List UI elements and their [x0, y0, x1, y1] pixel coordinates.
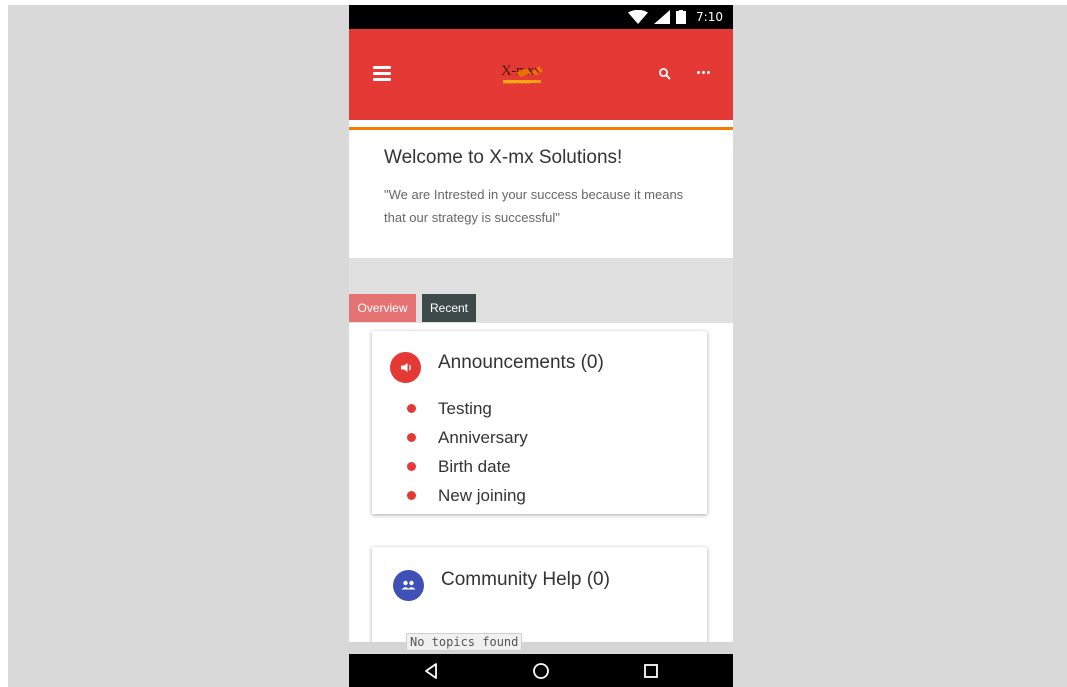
bullet-icon [407, 433, 416, 442]
welcome-quote: "We are Intrested in your success becaus… [384, 187, 684, 225]
tab-recent[interactable]: Recent [422, 294, 476, 322]
app-logo: X-mx SOLUTIONS [499, 62, 545, 88]
list-item[interactable]: Testing [407, 394, 528, 423]
signal-icon [654, 10, 671, 24]
list-item[interactable]: Birth date [407, 452, 528, 481]
bullet-icon [407, 491, 416, 500]
community-title: Community Help (0) [441, 569, 610, 590]
menu-icon[interactable] [373, 66, 391, 81]
logo-subtext: SOLUTIONS [503, 80, 531, 85]
welcome-title: Welcome to X-mx Solutions! [384, 147, 623, 168]
battery-icon [676, 10, 687, 24]
bullet-icon [407, 462, 416, 471]
status-time: 7:10 [696, 10, 723, 24]
recents-icon[interactable] [639, 659, 663, 683]
status-bar: 7:10 [349, 5, 733, 29]
phone-screen: 7:10 X-mx SOLUTIONS Welcome to X-mx Solu… [349, 5, 733, 687]
tab-overview[interactable]: Overview [349, 294, 416, 322]
no-topics-message: No topics found [406, 633, 523, 651]
bullet-icon [407, 404, 416, 413]
announcements-list: Testing Anniversary Birth date New joini… [407, 394, 528, 510]
list-item[interactable]: New joining [407, 481, 528, 510]
megaphone-icon [390, 352, 421, 383]
wifi-icon [628, 10, 649, 24]
back-icon[interactable] [420, 659, 444, 683]
list-item-label: New joining [438, 486, 526, 505]
list-item-label: Testing [438, 399, 492, 418]
more-icon[interactable] [697, 71, 711, 75]
list-item-label: Anniversary [438, 428, 528, 447]
navigation-bar [349, 654, 733, 687]
welcome-card: Welcome to X-mx Solutions! "We are Intre… [349, 127, 733, 258]
people-icon [393, 570, 424, 601]
list-item-label: Birth date [438, 457, 511, 476]
app-bar: X-mx SOLUTIONS [349, 29, 733, 120]
status-icons: 7:10 [628, 8, 723, 26]
announcements-card: Announcements (0) Testing Anniversary Bi… [372, 331, 707, 514]
announcements-title: Announcements (0) [438, 352, 604, 373]
list-item[interactable]: Anniversary [407, 423, 528, 452]
search-icon[interactable] [658, 67, 672, 81]
home-icon[interactable] [529, 659, 553, 683]
